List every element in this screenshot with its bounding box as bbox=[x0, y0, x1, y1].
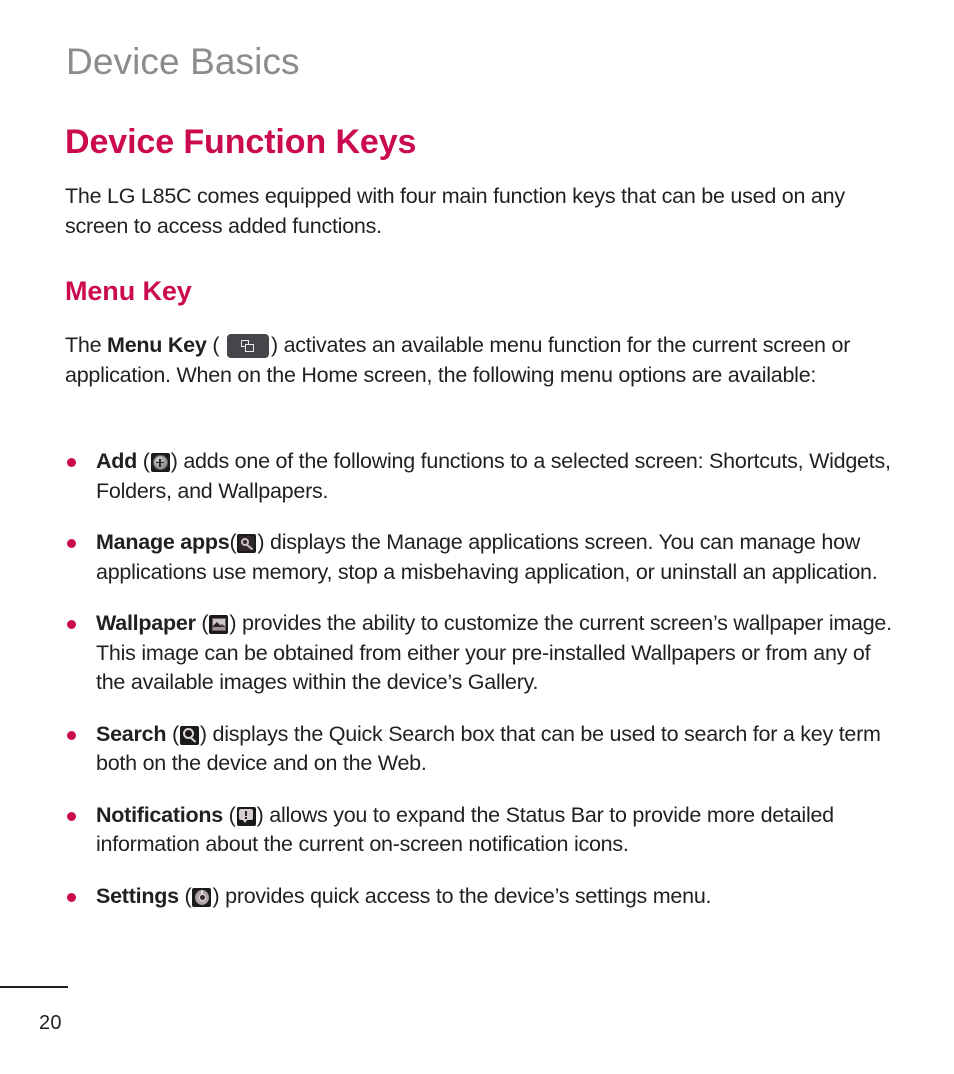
option-description-settings: provides quick access to the device’s se… bbox=[225, 883, 712, 908]
option-term-search: Search bbox=[96, 721, 167, 746]
bullet-dot-icon bbox=[67, 620, 76, 629]
list-item: Settings () provides quick access to the… bbox=[65, 882, 900, 912]
option-term-manage-apps: Manage apps bbox=[96, 530, 230, 554]
menu-key-bold-term: Menu Key bbox=[107, 333, 207, 357]
running-head: Device Basics bbox=[66, 41, 300, 82]
option-description-search: displays the Quick Search box that can b… bbox=[96, 721, 881, 776]
manual-page: Device Basics Device Function Keys The L… bbox=[0, 0, 954, 1074]
search-magnifier-icon bbox=[179, 725, 199, 745]
paren-open: ( bbox=[222, 802, 236, 827]
menu-key-paragraph: The Menu Key ( ) activates an available … bbox=[65, 331, 897, 390]
page-title: Device Function Keys bbox=[65, 123, 417, 161]
add-icon bbox=[150, 453, 170, 472]
intro-paragraph: The LG L85C comes equipped with four mai… bbox=[65, 184, 845, 238]
list-item: Search () displays the Quick Search box … bbox=[65, 720, 900, 779]
bullet-dot-icon bbox=[67, 811, 76, 821]
settings-gear-icon bbox=[192, 887, 212, 907]
paren-close: ) bbox=[256, 802, 270, 827]
option-term-settings: Settings bbox=[96, 883, 179, 908]
bullet-dot-icon bbox=[67, 892, 76, 902]
menu-options-list: Add () adds one of the following functio… bbox=[65, 447, 900, 911]
paren-open: ( bbox=[195, 611, 209, 635]
option-term-add: Add bbox=[96, 449, 138, 473]
paren-open: ( bbox=[137, 449, 150, 473]
menu-key-para-lead: The bbox=[65, 333, 108, 357]
list-item: Add () adds one of the following functio… bbox=[65, 447, 900, 506]
paren-close: ) bbox=[199, 721, 213, 746]
menu-key-heading: Menu Key bbox=[65, 276, 192, 306]
paren-close: ) bbox=[229, 611, 242, 635]
option-description-add: adds one of the following functions to a… bbox=[96, 449, 891, 503]
menu-key-paren-close: ) bbox=[270, 333, 284, 357]
paren-close: ) bbox=[212, 883, 226, 908]
paren-open: ( bbox=[229, 530, 237, 554]
paren-open: ( bbox=[178, 883, 192, 908]
bullet-dot-icon bbox=[67, 730, 76, 740]
bullet-dot-icon bbox=[67, 539, 76, 548]
footer-divider bbox=[0, 986, 68, 988]
paren-close: ) bbox=[257, 530, 271, 554]
option-term-wallpaper: Wallpaper bbox=[96, 611, 196, 635]
list-item: Manage apps() displays the Manage applic… bbox=[65, 528, 900, 587]
manage-apps-wrench-icon bbox=[237, 534, 257, 553]
paren-close: ) bbox=[170, 449, 184, 473]
notifications-bubble-icon bbox=[236, 806, 256, 826]
list-item: Wallpaper () provides the ability to cus… bbox=[65, 609, 900, 698]
menu-key-paren-open: ( bbox=[206, 333, 225, 357]
bullet-dot-icon bbox=[67, 458, 76, 467]
wallpaper-picture-icon bbox=[209, 615, 229, 634]
menu-key-icon bbox=[226, 334, 269, 358]
list-item: Notifications () allows you to expand th… bbox=[65, 801, 900, 860]
page-number: 20 bbox=[39, 1012, 62, 1034]
option-term-notifications: Notifications bbox=[96, 802, 223, 827]
paren-open: ( bbox=[166, 721, 179, 746]
